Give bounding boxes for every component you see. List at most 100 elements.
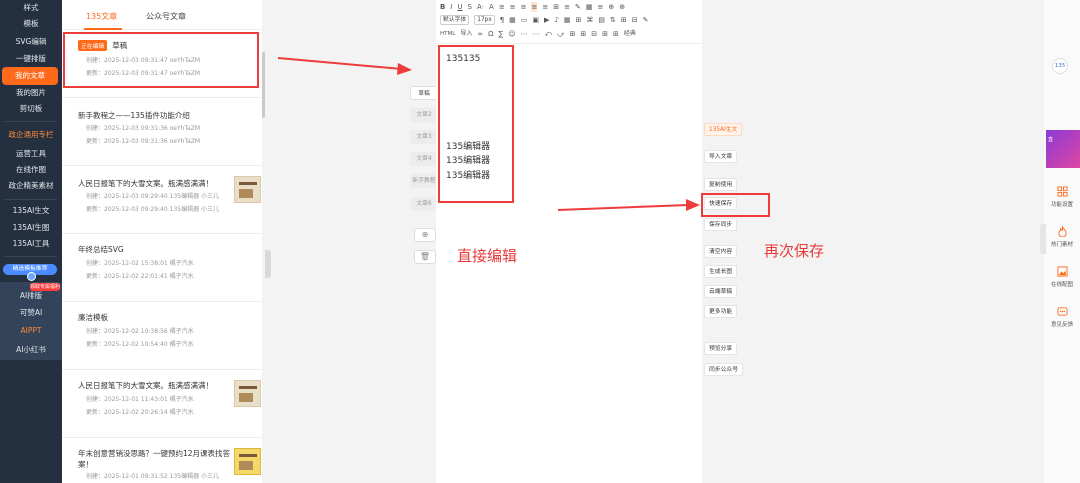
align-right-icon[interactable]: ≡ bbox=[521, 2, 527, 12]
zoom-in-icon[interactable]: ⊕ bbox=[608, 2, 614, 12]
collapse-list-handle[interactable] bbox=[265, 250, 271, 278]
nav-item-kezan-ai[interactable]: 可赞AI bbox=[0, 304, 62, 322]
more-icon[interactable]: ⋯ bbox=[533, 29, 540, 39]
add-page-icon[interactable]: ⊕ bbox=[414, 228, 436, 242]
link-chain-icon[interactable]: ∞ bbox=[477, 29, 483, 39]
table-icon[interactable]: ⊞ bbox=[553, 2, 559, 12]
grid-icon[interactable]: ⊞ bbox=[602, 29, 608, 39]
hot-materials-button[interactable]: 热门素材 bbox=[1044, 226, 1080, 248]
html-button[interactable]: HTML bbox=[440, 29, 455, 39]
gallery-icon[interactable]: ▦ bbox=[564, 15, 571, 25]
sort-icon[interactable]: ⇅ bbox=[610, 15, 616, 25]
nav-item-ai-xiaohongshu[interactable]: AI小红书 bbox=[0, 341, 62, 359]
toolbar-row-1: B I U S A· A ≡ ≡ ≡ ≡ ≡ ⊞ ≡ ✎ ▦ ≡ ⊕ ⊕ bbox=[440, 2, 625, 12]
format-brush-icon[interactable]: ✎ bbox=[575, 2, 581, 12]
redo-icon[interactable]: ⤻ bbox=[557, 29, 564, 39]
nav-item-ai-tools[interactable]: 135AI工具 bbox=[0, 235, 62, 253]
import-button[interactable]: 导入 bbox=[460, 29, 472, 39]
minus-box-icon[interactable]: ⊟ bbox=[591, 29, 597, 39]
paragraph-icon[interactable]: ¶ bbox=[500, 15, 504, 25]
article-card[interactable]: 新手教程之——135插件功能介绍 创建：2025-12-03 09:31:36 … bbox=[62, 98, 262, 166]
nav-item-gov-assets[interactable]: 政企精美素材 bbox=[0, 177, 62, 195]
nav-item-gov-column[interactable]: 政企通用专栏 bbox=[0, 126, 62, 144]
page-tab[interactable]: 文章3 bbox=[410, 130, 438, 144]
picture-icon[interactable]: ▣ bbox=[532, 15, 539, 25]
table-insert-icon[interactable]: ⊞ bbox=[576, 15, 582, 25]
article-created: 创建：2025-12-01 09:31:52 135编辑器 小三儿 bbox=[86, 473, 219, 480]
align-justify-icon[interactable]: ≡ bbox=[531, 2, 538, 12]
image-icon[interactable]: ▦ bbox=[509, 15, 516, 25]
nav-item-ai-layout[interactable]: AI排版 bbox=[0, 287, 62, 305]
font-size-select[interactable]: 17px bbox=[474, 15, 495, 25]
preview-share-button[interactable]: 预览分享 bbox=[704, 342, 738, 355]
nav-item-svg-editor[interactable]: SVG编辑 bbox=[0, 33, 62, 51]
font-color-icon[interactable]: A· bbox=[477, 2, 484, 12]
link-icon[interactable]: ⌘ bbox=[586, 15, 593, 25]
formula-icon[interactable]: ∑ bbox=[499, 29, 504, 39]
feature-settings-button[interactable]: 功能设置 bbox=[1044, 186, 1080, 208]
arrow-to-editor bbox=[277, 57, 412, 75]
tab-wechat-articles[interactable]: 公众号文章 bbox=[146, 11, 186, 22]
tab-135-articles[interactable]: 135文章 bbox=[86, 11, 117, 22]
grid-icon[interactable]: ⊞ bbox=[580, 29, 586, 39]
indent-icon[interactable]: ≡ bbox=[542, 2, 548, 12]
grid-icon[interactable]: ▦ bbox=[586, 2, 593, 12]
cloud-draft-button[interactable]: 云端草稿 bbox=[704, 285, 738, 298]
grid-icon[interactable]: ⊞ bbox=[570, 29, 576, 39]
search-icon[interactable]: ⊕ bbox=[619, 2, 625, 12]
split-icon[interactable]: ⊟ bbox=[632, 15, 638, 25]
classic-mode-select[interactable]: 经典 bbox=[624, 29, 636, 39]
feedback-button[interactable]: 意见反馈 bbox=[1044, 306, 1080, 328]
article-card[interactable]: 人民日报笔下的大雪文案。瓶满感满满！ 创建：2025-12-01 11:43:0… bbox=[62, 370, 262, 438]
omega-icon[interactable]: Ω bbox=[488, 29, 493, 39]
nav-item-aippt[interactable]: AIPPT bbox=[0, 322, 62, 340]
more-icon[interactable]: ⋯ bbox=[521, 29, 528, 39]
align-left-icon[interactable]: ≡ bbox=[499, 2, 505, 12]
copy-use-button[interactable]: 复制使用 bbox=[704, 178, 738, 191]
ai-generate-button[interactable]: 135AI生文 bbox=[704, 123, 743, 136]
page-tab[interactable]: 文章6 bbox=[410, 197, 438, 211]
page-tab[interactable]: 文章2 bbox=[410, 108, 438, 122]
bold-icon[interactable]: B bbox=[440, 2, 445, 12]
article-card[interactable]: 廉洁模板 创建：2025-12-02 10:38:56 橘子汽水 更新：2025… bbox=[62, 302, 262, 370]
save-sync-button[interactable]: 保存同步 bbox=[704, 218, 738, 231]
grid-icon[interactable]: ⊞ bbox=[613, 29, 619, 39]
page-tab[interactable]: 新手教程 bbox=[410, 174, 438, 188]
music-icon[interactable]: ♪ bbox=[554, 15, 558, 25]
list-icon[interactable]: ≡ bbox=[597, 2, 603, 12]
strikethrough-icon[interactable]: S bbox=[468, 2, 472, 12]
highlight-color-icon[interactable]: A bbox=[489, 2, 494, 12]
nav-item-my-articles[interactable]: 我的文章 bbox=[2, 67, 58, 85]
article-card[interactable]: 年终总结SVG 创建：2025-12-02 15:38:01 橘子汽水 更新：2… bbox=[62, 234, 262, 302]
import-article-button[interactable]: 导入文章 bbox=[704, 150, 738, 163]
video-icon[interactable]: ▶ bbox=[544, 15, 549, 25]
page-tab-draft[interactable]: 草稿 bbox=[410, 86, 438, 100]
nav-item-one-click-layout[interactable]: 一键排版 bbox=[0, 50, 62, 68]
sync-wechat-button[interactable]: 同步公众号 bbox=[704, 363, 743, 376]
delete-page-icon[interactable]: 🗑 bbox=[414, 250, 436, 264]
font-family-select[interactable]: 默认字体 bbox=[440, 15, 470, 25]
nav-item-ai-text[interactable]: 135AI生文 bbox=[0, 202, 62, 220]
clear-content-button[interactable]: 清空内容 bbox=[704, 245, 738, 258]
nav-item-templates[interactable]: 模板 bbox=[0, 15, 62, 33]
undo-icon[interactable]: ⤺ bbox=[545, 29, 552, 39]
article-card[interactable]: 人民日报笔下的大雪文案。瓶满感满满！ 创建：2025-12-03 09:29:4… bbox=[62, 166, 262, 234]
online-image-button[interactable]: 在线配图 bbox=[1044, 266, 1080, 288]
block-icon[interactable]: ▤ bbox=[598, 15, 605, 25]
align-center-icon[interactable]: ≡ bbox=[510, 2, 516, 12]
article-created: 创建：2025-12-02 10:38:56 橘子汽水 bbox=[86, 328, 194, 335]
line-height-icon[interactable]: ≡ bbox=[564, 2, 570, 12]
more-functions-button[interactable]: 更多功能 bbox=[704, 305, 738, 318]
edit-icon[interactable]: ✎ bbox=[643, 15, 649, 25]
highlight-box-quick-save bbox=[701, 193, 770, 217]
list-scrollbar[interactable] bbox=[262, 52, 265, 118]
layout-icon[interactable]: ⊞ bbox=[621, 15, 627, 25]
article-card[interactable]: 年末创意营销没思路？一键预约12月课表找答 案！ 创建：2025-12-01 0… bbox=[62, 438, 262, 483]
underline-icon[interactable]: U bbox=[457, 2, 462, 12]
generate-long-image-button[interactable]: 生成长图 bbox=[704, 265, 738, 278]
page-tab[interactable]: 文章4 bbox=[410, 152, 438, 166]
emoji-icon[interactable]: ☺ bbox=[508, 29, 515, 39]
frame-icon[interactable]: ▭ bbox=[521, 15, 528, 25]
italic-icon[interactable]: I bbox=[450, 2, 452, 12]
nav-item-clipboard[interactable]: 剪切板 bbox=[0, 100, 62, 118]
